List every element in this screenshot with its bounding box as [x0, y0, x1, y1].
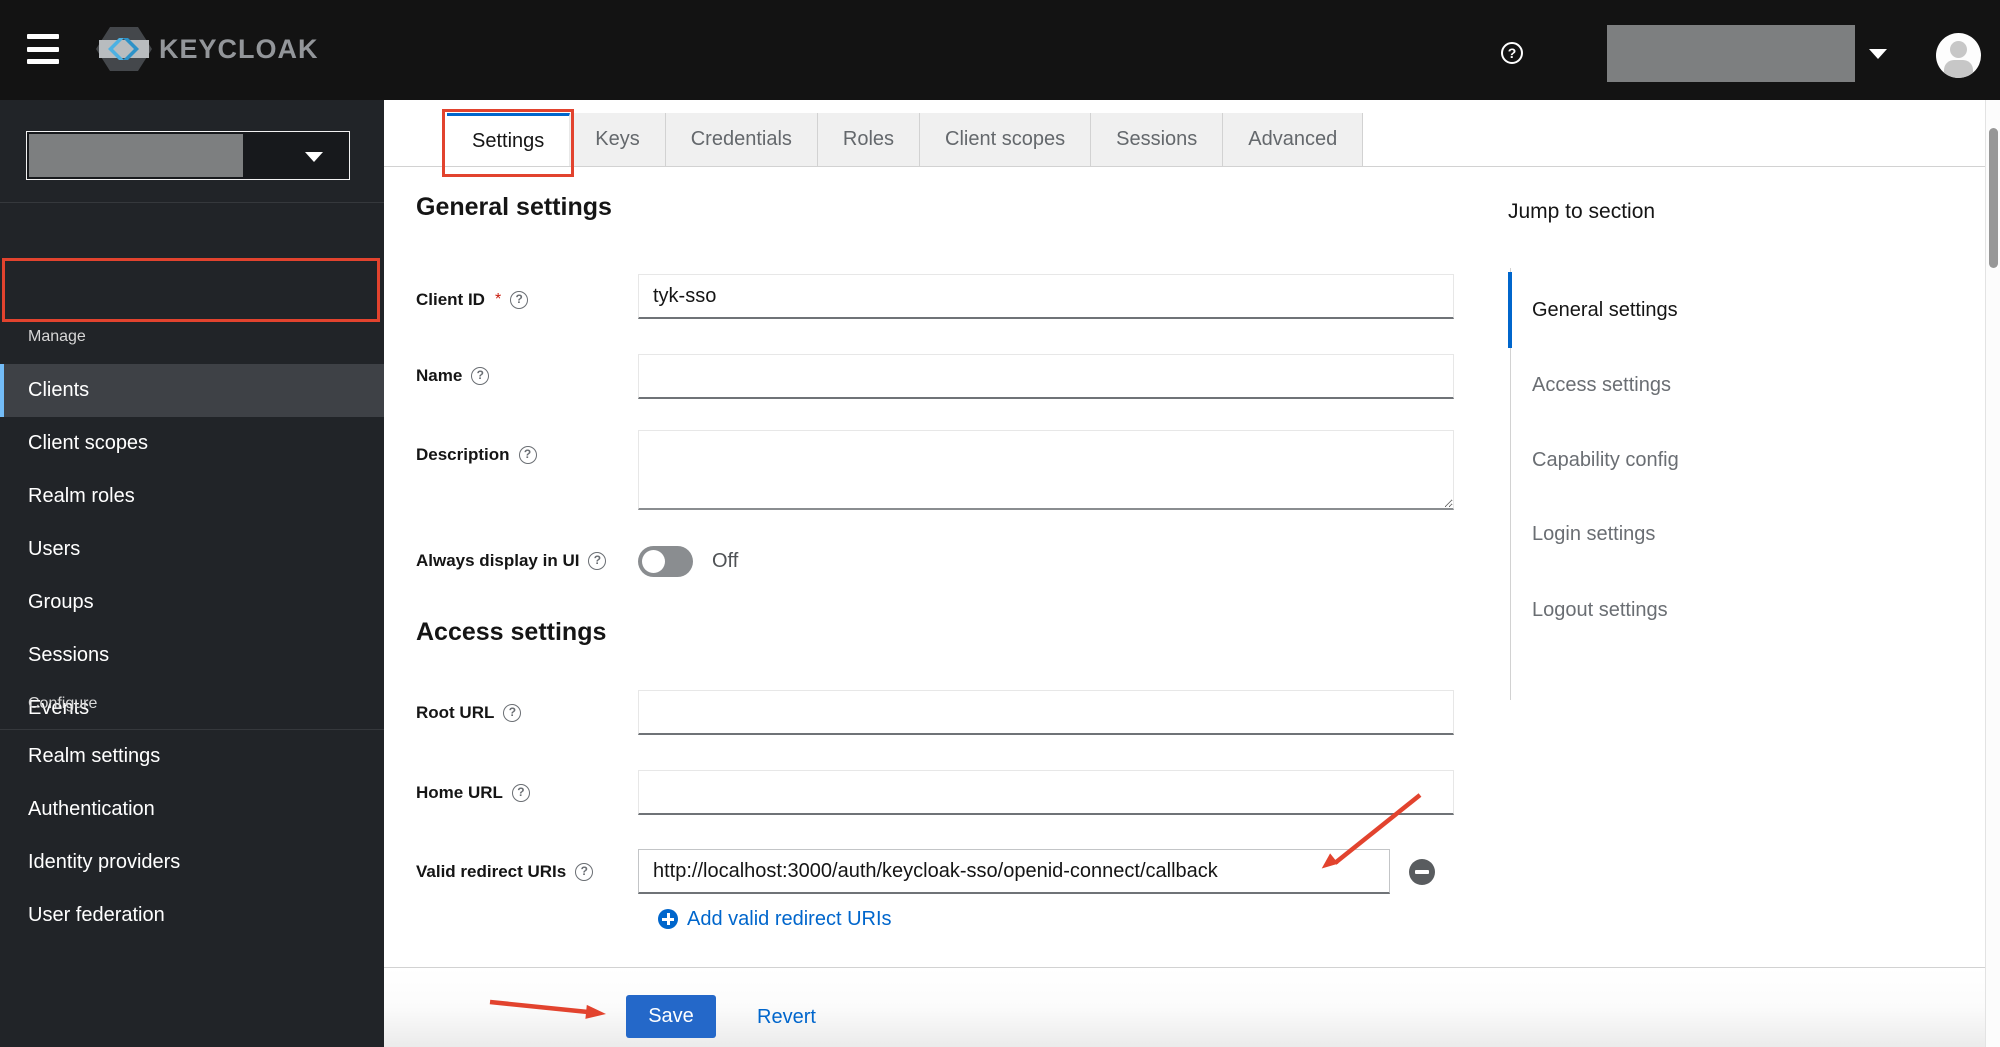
redacted-username-block: [1607, 25, 1855, 82]
tab-settings[interactable]: Settings: [447, 113, 571, 166]
always-display-label: Always display in UI: [416, 551, 580, 570]
jump-link-access-settings[interactable]: Access settings: [1532, 373, 1671, 397]
plus-circle-icon: [658, 909, 678, 929]
client-id-label-row: Client ID *: [416, 288, 529, 312]
description-label: Description: [416, 445, 510, 464]
tab-credentials[interactable]: Credentials: [665, 113, 818, 166]
sidebar-nav: Manage Clients Client scopes Realm roles…: [0, 100, 384, 1047]
chevron-down-icon: [305, 152, 323, 162]
hamburger-bar: [27, 34, 59, 39]
scrollbar-thumb[interactable]: [1989, 128, 1998, 268]
help-icon[interactable]: [1501, 42, 1523, 64]
tabs-underline: [384, 166, 2000, 167]
add-redirect-uri-label: Add valid redirect URIs: [687, 907, 892, 930]
redirect-uri-input[interactable]: [638, 849, 1390, 894]
home-url-label-row: Home URL: [416, 781, 530, 805]
sidebar-item-sessions[interactable]: Sessions: [0, 629, 384, 682]
client-tabs: Settings Keys Credentials Roles Client s…: [447, 113, 1364, 166]
menu-toggle-button[interactable]: [27, 34, 59, 64]
sidebar-item-clients[interactable]: Clients: [0, 364, 384, 417]
help-icon[interactable]: [588, 552, 607, 570]
hamburger-bar: [27, 59, 59, 64]
tab-roles[interactable]: Roles: [817, 113, 921, 166]
root-url-input[interactable]: [638, 690, 1454, 735]
scrollbar-track[interactable]: [1985, 100, 2000, 1047]
revert-button[interactable]: Revert: [757, 1005, 816, 1029]
required-asterisk: *: [494, 291, 502, 308]
hamburger-bar: [27, 46, 59, 52]
jump-link-logout-settings[interactable]: Logout settings: [1532, 598, 1668, 622]
masthead: KEYCLOAK: [0, 0, 2000, 100]
keycloak-hexagon-icon: [96, 27, 152, 71]
home-url-label: Home URL: [416, 783, 503, 802]
sidebar-item-realm-settings[interactable]: Realm settings: [0, 730, 384, 783]
root-url-label-row: Root URL: [416, 701, 522, 725]
nav-section-label-configure: Configure: [28, 695, 98, 712]
jump-to-section-heading: Jump to section: [1508, 200, 1656, 223]
sidebar-item-realm-roles[interactable]: Realm roles: [0, 470, 384, 523]
sidebar-item-client-scopes[interactable]: Client scopes: [0, 417, 384, 470]
name-label-row: Name: [416, 364, 490, 388]
tab-keys[interactable]: Keys: [570, 113, 666, 166]
client-id-label: Client ID: [416, 290, 485, 309]
brand-text: KEYCLOAK: [159, 33, 319, 64]
toggle-knob: [642, 550, 665, 573]
help-icon[interactable]: [518, 446, 537, 464]
tab-sessions[interactable]: Sessions: [1091, 113, 1224, 166]
sidebar-item-identity-providers[interactable]: Identity providers: [0, 836, 384, 889]
help-icon[interactable]: [471, 367, 490, 385]
avatar[interactable]: [1936, 33, 1981, 78]
home-url-input[interactable]: [638, 770, 1454, 815]
sidebar-item-users[interactable]: Users: [0, 523, 384, 576]
nav-section-label-manage: Manage: [28, 328, 86, 345]
description-label-row: Description: [416, 443, 537, 467]
sidebar-item-groups[interactable]: Groups: [0, 576, 384, 629]
help-icon[interactable]: [510, 291, 529, 309]
sidebar-divider: [0, 202, 384, 203]
name-label: Name: [416, 366, 463, 385]
add-redirect-uri-link[interactable]: Add valid redirect URIs: [658, 907, 892, 931]
chevron-down-icon: [1869, 48, 1887, 59]
help-icon[interactable]: [503, 704, 522, 722]
toggle-state-label: Off: [712, 549, 739, 572]
redacted-realm-name: [29, 134, 243, 177]
section-heading-access: Access settings: [416, 618, 607, 646]
keycloak-admin-console: KEYCLOAK Manage Clients Client scopes Re…: [0, 0, 2000, 1047]
keycloak-logo: KEYCLOAK: [95, 24, 319, 74]
sidebar-item-authentication[interactable]: Authentication: [0, 783, 384, 836]
realm-selector-dropdown[interactable]: [26, 131, 350, 180]
jump-link-general-settings[interactable]: General settings: [1532, 298, 1678, 322]
tab-client-scopes[interactable]: Client scopes: [920, 113, 1092, 166]
redirect-uris-label: Valid redirect URIs: [416, 862, 567, 881]
tab-advanced[interactable]: Advanced: [1223, 113, 1364, 166]
client-id-input[interactable]: [638, 274, 1454, 319]
name-input[interactable]: [638, 354, 1454, 399]
description-textarea[interactable]: [638, 430, 1454, 510]
jump-link-login-settings[interactable]: Login settings: [1532, 522, 1655, 546]
jump-link-capability-config[interactable]: Capability config: [1532, 448, 1679, 472]
jump-active-indicator: [1508, 272, 1512, 348]
section-heading-general: General settings: [416, 193, 612, 221]
help-icon[interactable]: [511, 784, 530, 802]
remove-redirect-uri-button[interactable]: [1409, 859, 1435, 885]
root-url-label: Root URL: [416, 703, 495, 722]
save-button[interactable]: Save: [626, 995, 716, 1038]
user-menu[interactable]: [1607, 25, 1887, 82]
redirect-uris-label-row: Valid redirect URIs: [416, 860, 594, 884]
always-display-label-row: Always display in UI: [416, 549, 607, 573]
always-display-toggle[interactable]: [638, 546, 693, 577]
help-icon[interactable]: [575, 863, 594, 881]
sidebar-item-user-federation[interactable]: User federation: [0, 889, 384, 942]
